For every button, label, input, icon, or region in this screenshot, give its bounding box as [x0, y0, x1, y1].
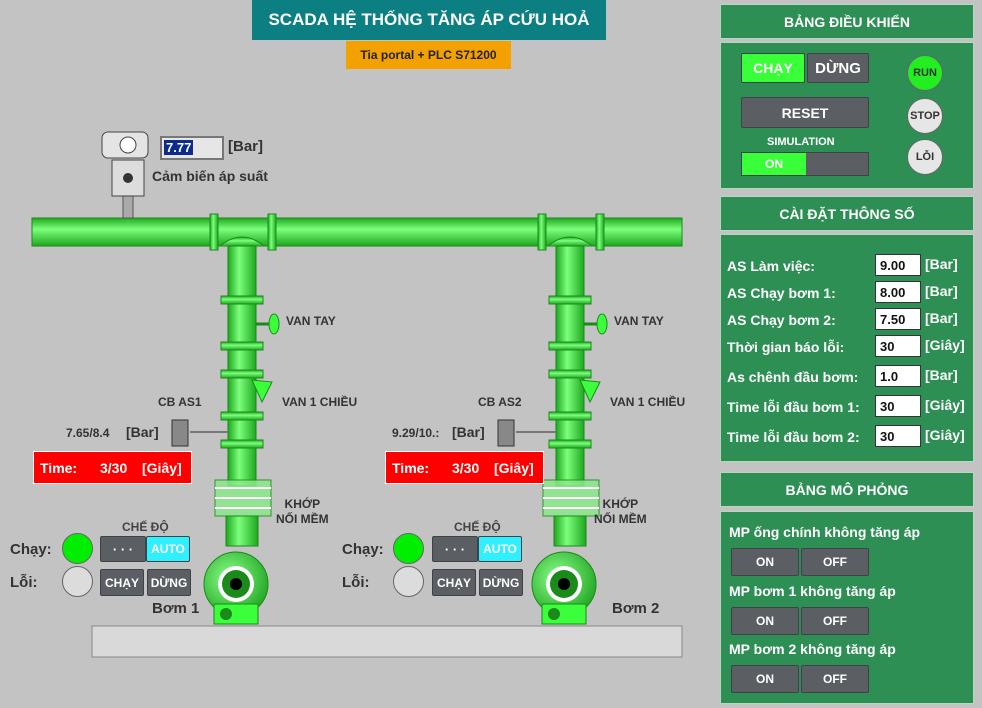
simulation-on-state: ON	[742, 153, 806, 175]
pump1-mode-manual-button[interactable]: · · ·	[100, 536, 146, 562]
sim-pump2-label: MP bơm 2 không tăng áp	[729, 641, 896, 657]
sim-pump1-off-button[interactable]: OFF	[801, 607, 869, 635]
pump2-stop-button[interactable]: DỪNG	[479, 569, 523, 596]
pump2-pressure: 9.29/10.:	[392, 426, 440, 440]
setting-label-pump1-start: AS Chạy bơm 1:	[727, 285, 836, 301]
pump2-time-value: 3/30	[452, 460, 480, 476]
setting-unit: [Bar]	[925, 256, 958, 272]
pump1-run-indicator	[62, 533, 93, 564]
setting-input-pump2-start[interactable]: 7.50	[875, 308, 921, 330]
setting-label-pump2-start: AS Chạy bơm 2:	[727, 312, 836, 328]
setting-input-pump2-fault-time[interactable]: 30	[875, 425, 921, 447]
simulation-panel: MP ống chính không tăng áp ON OFF MP bơm…	[720, 511, 974, 704]
sensor-label: Cảm biến áp suất	[152, 168, 268, 184]
fault-indicator: LỖI	[907, 139, 943, 175]
pump2-run-indicator	[393, 533, 424, 564]
manual-valve1-label: VAN TAY	[286, 314, 336, 328]
pump1-fault-indicator	[62, 566, 93, 597]
pump1-pressure: 7.65/8.4	[66, 426, 110, 440]
sim-pump1-label: MP bơm 1 không tăng áp	[729, 583, 896, 599]
simulation-label: SIMULATION	[767, 136, 835, 148]
pump1-icon	[203, 515, 269, 625]
pump1-pressure-unit: [Bar]	[126, 424, 159, 440]
stop-indicator: STOP	[907, 98, 943, 134]
check-valve2-label: VAN 1 CHIỀU	[610, 395, 686, 409]
flex-joint2-label: KHỚP NỐI MỀM	[594, 497, 647, 526]
manual-valve2-label: VAN TAY	[614, 314, 664, 328]
pump2-icon	[531, 515, 597, 625]
pump1-mode-auto-button[interactable]: AUTO	[146, 536, 190, 562]
pump1-fault-label: Lỗi:	[10, 574, 38, 591]
run-indicator: RUN	[907, 55, 943, 91]
cb-as1-label: CB AS1	[158, 395, 202, 409]
pump2-run-label: Chạy:	[342, 541, 384, 558]
sim-pump2-on-button[interactable]: ON	[731, 665, 799, 693]
pump1-run-button[interactable]: CHẠY	[100, 569, 144, 596]
pump2-name: Bơm 2	[612, 600, 660, 617]
pump1-run-label: Chạy:	[10, 541, 52, 558]
pump2-pressure-unit: [Bar]	[452, 424, 485, 440]
sim-pump2-off-button[interactable]: OFF	[801, 665, 869, 693]
pump2-fault-label: Lỗi:	[342, 574, 370, 591]
sim-main-pipe-on-button[interactable]: ON	[731, 548, 799, 576]
pump2-fault-indicator	[393, 566, 424, 597]
pump1-stop-button[interactable]: DỪNG	[147, 569, 191, 596]
setting-label-pump1-fault-time: Time lỗi đầu bơm 1:	[727, 399, 860, 415]
setting-input-head-diff[interactable]: 1.0	[875, 365, 921, 387]
pump2-mode-auto-button[interactable]: AUTO	[478, 536, 522, 562]
floor-slab	[91, 625, 683, 658]
simulation-toggle[interactable]: ON	[741, 152, 869, 176]
setting-label-head-diff: As chênh đầu bơm:	[727, 369, 859, 385]
setting-unit: [Bar]	[925, 310, 958, 326]
pump2-mode-label: CHẾ ĐỘ	[454, 520, 501, 534]
pump1-name: Bơm 1	[152, 600, 200, 617]
setting-label-fault-time: Thời gian báo lỗi:	[727, 339, 845, 355]
system-run-button[interactable]: CHẠY	[741, 53, 805, 83]
pressure-transmitter-icon	[101, 131, 149, 219]
sim-main-pipe-label: MP ống chính không tăng áp	[729, 524, 921, 540]
pump2-time-box: Time: 3/30 [Giây]	[385, 451, 544, 484]
setting-input-fault-time[interactable]: 30	[875, 335, 921, 357]
flex-joint1-label: KHỚP NỐI MỀM	[276, 497, 329, 526]
settings-panel-title: CÀI ĐẶT THÔNG SỐ	[720, 196, 974, 231]
control-panel-title: BẢNG ĐIỀU KHIỂN	[720, 4, 974, 39]
pump1-mode-label: CHẾ ĐỘ	[122, 520, 169, 534]
setting-unit: [Giây]	[925, 427, 965, 443]
setting-label-work-pressure: AS Làm việc:	[727, 258, 815, 274]
control-panel: CHẠY DỪNG RESET SIMULATION ON RUN STOP L…	[720, 42, 974, 189]
settings-panel: AS Làm việc: 9.00 [Bar] AS Chạy bơm 1: 8…	[720, 234, 974, 462]
system-stop-button[interactable]: DỪNG	[807, 53, 869, 83]
pump1-time-value: 3/30	[100, 460, 128, 476]
reset-button[interactable]: RESET	[741, 97, 869, 128]
sensor-display: 7.77	[160, 136, 224, 160]
simulation-panel-title: BẢNG MÔ PHỎNG	[720, 472, 974, 507]
cb-as2-label: CB AS2	[478, 395, 522, 409]
process-diagram	[31, 131, 683, 658]
setting-unit: [Bar]	[925, 367, 958, 383]
setting-input-work-pressure[interactable]: 9.00	[875, 254, 921, 276]
pump2-mode-manual-button[interactable]: · · ·	[432, 536, 478, 562]
sensor-value: 7.77	[164, 140, 194, 155]
setting-unit: [Giây]	[925, 337, 965, 353]
sensor-unit: [Bar]	[228, 138, 264, 155]
pump2-run-button[interactable]: CHẠY	[432, 569, 476, 596]
check-valve1-label: VAN 1 CHIỀU	[282, 395, 358, 409]
setting-input-pump1-start[interactable]: 8.00	[875, 281, 921, 303]
sim-main-pipe-off-button[interactable]: OFF	[801, 548, 869, 576]
sim-pump1-on-button[interactable]: ON	[731, 607, 799, 635]
pump1-time-box: Time: 3/30 [Giây]	[33, 451, 192, 484]
setting-label-pump2-fault-time: Time lỗi đầu bơm 2:	[727, 429, 860, 445]
setting-input-pump1-fault-time[interactable]: 30	[875, 395, 921, 417]
setting-unit: [Bar]	[925, 283, 958, 299]
setting-unit: [Giây]	[925, 397, 965, 413]
